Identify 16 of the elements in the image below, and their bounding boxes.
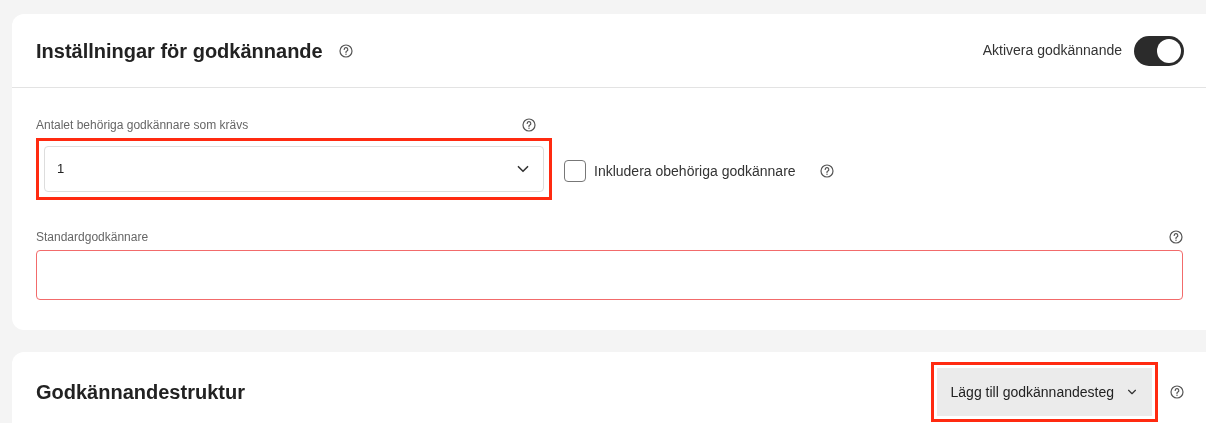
help-icon[interactable]: [1170, 385, 1184, 399]
toggle-label: Aktivera godkännande: [982, 41, 1122, 60]
help-icon[interactable]: [819, 164, 834, 178]
help-icon[interactable]: [522, 118, 536, 132]
section-title: Inställningar för godkännande: [36, 38, 323, 64]
help-icon[interactable]: [338, 43, 353, 58]
field-label: Standardgodkännare: [36, 229, 149, 246]
section-title: Godkännandestruktur: [36, 380, 245, 405]
checkbox[interactable]: [564, 160, 586, 182]
number-select[interactable]: 1: [44, 146, 544, 192]
checkbox-label: Inkludera obehöriga godkännare: [594, 161, 796, 181]
approver-input[interactable]: [36, 250, 1183, 300]
add-step-button[interactable]: Lägg till godkännandesteg: [936, 368, 1152, 416]
field-label: Antalet behöriga godkännare som krävs: [36, 117, 249, 134]
toggle-switch[interactable]: [1134, 35, 1184, 66]
help-icon[interactable]: [1169, 230, 1183, 244]
